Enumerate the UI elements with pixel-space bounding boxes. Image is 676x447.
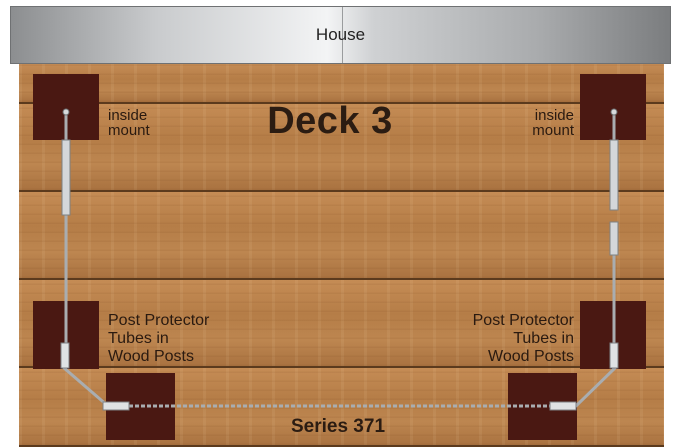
protector-tube-bottom-right xyxy=(549,401,577,411)
protector-tube-left xyxy=(60,342,70,369)
turnbuckle-right-lower xyxy=(609,221,619,256)
protector-tube-bottom-left xyxy=(102,401,130,411)
protector-tube-right xyxy=(609,342,619,369)
cable-assembly xyxy=(60,108,619,411)
turnbuckle-right-upper xyxy=(609,139,619,211)
deck-title: Deck 3 xyxy=(267,100,393,142)
inside-mount-label-left: inside mount xyxy=(108,107,150,139)
post-protector-label-left: Post Protector Tubes in Wood Posts xyxy=(108,312,210,365)
turnbuckle-left xyxy=(61,139,71,216)
inside-mount-label-right: inside mount xyxy=(532,107,574,139)
series-label: Series 371 xyxy=(290,416,386,437)
post-protector-label-right: Post Protector Tubes in Wood Posts xyxy=(472,312,574,365)
